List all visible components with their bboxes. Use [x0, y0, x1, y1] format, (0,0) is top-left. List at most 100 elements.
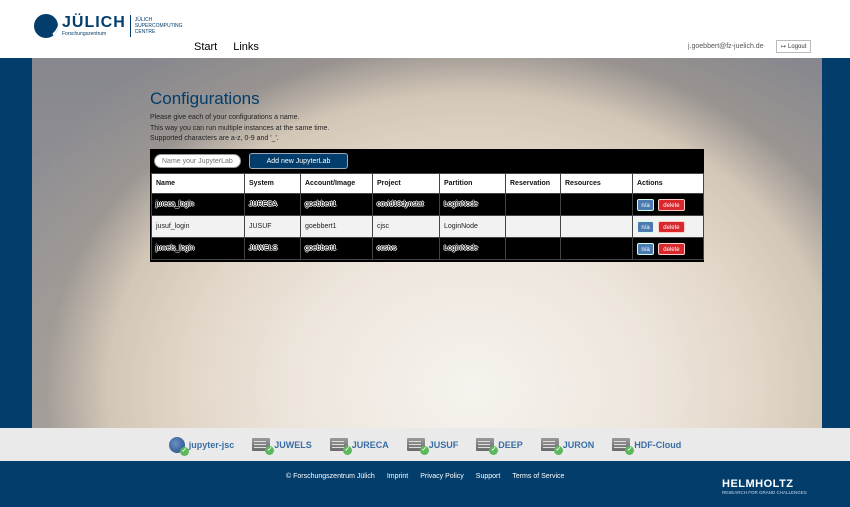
footer-copyright-link[interactable]: © Forschungszentrum Jülich [286, 473, 375, 480]
header-name: Name [151, 173, 245, 194]
header-reservation: Reservation [505, 173, 561, 194]
row-account-text: goebbert1 [305, 245, 337, 252]
system-label: JURECA [351, 439, 389, 450]
jupiter-planet-icon [168, 436, 189, 456]
juelich-logo[interactable]: JÜLICH Forschungszentrum JÜLICH SUPERCOM… [34, 14, 185, 38]
nav-links-link[interactable]: Links [233, 41, 259, 53]
page-title: Configurations [150, 89, 260, 108]
system-label: DEEP [498, 439, 523, 450]
table-row[interactable]: juwels_login JUWELS goebbert1 ccstvs Log… [151, 237, 704, 260]
system-link-jupyter-jsc[interactable]: jupyter-jsc [168, 436, 235, 456]
system-label: jupyter-jsc [188, 439, 235, 450]
cell-reservation [505, 215, 561, 238]
cell-actions: n/a delete [632, 237, 704, 260]
desc-line-2: This way you can run multiple instances … [150, 124, 330, 132]
logout-button[interactable]: ↦ Logout [776, 40, 812, 53]
system-label: JUWELS [274, 439, 312, 450]
jupyterlab-name-input[interactable] [154, 154, 241, 168]
row-name-text: juwels_login [156, 245, 195, 252]
add-jupyterlab-button[interactable]: Add new JupyterLab [249, 153, 348, 169]
header-system: System [244, 173, 301, 194]
system-label: HDF-Cloud [634, 439, 682, 450]
system-link-jusuf[interactable]: JUSUF [406, 438, 459, 455]
footer-terms-link[interactable]: Terms of Service [512, 473, 564, 480]
table-toolbar: Add new JupyterLab [151, 150, 703, 173]
na-button[interactable]: n/a [637, 198, 654, 211]
helmholtz-name: HELMHOLTZ [722, 478, 794, 490]
delete-button[interactable]: delete [657, 198, 685, 211]
server-check-icon [612, 438, 635, 455]
juelich-logo-icon [34, 14, 58, 38]
system-link-deep[interactable]: DEEP [476, 438, 523, 455]
system-link-hdf-cloud[interactable]: HDF-Cloud [612, 438, 682, 455]
logout-label: Logout [788, 43, 807, 50]
systems-bar: jupyter-jsc JUWELS JURECA JUSUF DEEP JUR… [0, 428, 850, 461]
cell-account: goebbert1 [300, 215, 373, 238]
footer-links: © Forschungszentrum Jülich Imprint Priva… [286, 473, 564, 480]
header-partition: Partition [439, 173, 506, 194]
system-link-jureca[interactable]: JURECA [329, 438, 389, 455]
configurations-table-wrap: Add new JupyterLab Name System Account/I… [150, 149, 704, 262]
delete-button[interactable]: delete [657, 242, 685, 255]
page-description: Please give each of your configurations … [150, 113, 329, 145]
row-partition-text: LoginNode [444, 245, 478, 252]
nav-start-link[interactable]: Start [194, 41, 217, 53]
cell-reservation [505, 237, 561, 260]
cell-account: goebbert1 [300, 237, 373, 260]
row-project-text: ccstvs [377, 245, 397, 252]
server-check-icon [406, 438, 429, 455]
cell-system: JUSUF [244, 215, 301, 238]
cell-name: jureca_login [151, 193, 245, 216]
table-row[interactable]: jureca_login JURECA goebbert1 covid19dyn… [151, 193, 704, 216]
cell-resources [560, 193, 633, 216]
server-check-icon [252, 438, 275, 455]
system-link-juwels[interactable]: JUWELS [252, 438, 312, 455]
header-project: Project [372, 173, 440, 194]
logo-text: JÜLICH Forschungszentrum [62, 13, 126, 38]
header-actions: Actions [632, 173, 704, 194]
site-header: JÜLICH Forschungszentrum JÜLICH SUPERCOM… [0, 0, 850, 58]
system-link-juron[interactable]: JURON [540, 438, 595, 455]
cell-actions: n/a delete [632, 215, 704, 238]
row-system-text: JURECA [249, 201, 278, 208]
row-name-text: jureca_login [156, 201, 194, 208]
footer-support-link[interactable]: Support [476, 473, 501, 480]
cell-account: goebbert1 [300, 193, 373, 216]
logo-centre: JÜLICH SUPERCOMPUTING CENTRE [134, 17, 183, 35]
system-label: JUSUF [428, 439, 459, 450]
cell-resources [560, 215, 633, 238]
footer-imprint-link[interactable]: Imprint [387, 473, 408, 480]
site-footer: © Forschungszentrum Jülich Imprint Priva… [0, 461, 850, 507]
user-email: j.goebbert@fz-juelich.de [688, 43, 764, 50]
cell-partition: LoginNode [439, 193, 506, 216]
logout-icon: ↦ [781, 44, 787, 50]
cell-reservation [505, 193, 561, 216]
server-check-icon [329, 438, 352, 455]
cell-partition: LoginNode [439, 237, 506, 260]
delete-button[interactable]: delete [657, 220, 685, 233]
system-label: JURON [562, 439, 595, 450]
configurations-table: Name System Account/Image Project Partit… [151, 173, 704, 260]
cell-project: cjsc [372, 215, 440, 238]
logo-divider [129, 15, 131, 37]
na-button[interactable]: n/a [637, 220, 654, 233]
logo-name: JÜLICH [62, 13, 126, 31]
cell-name: juwels_login [151, 237, 245, 260]
logo-sub: Forschungszentrum [62, 30, 107, 37]
na-button[interactable]: n/a [637, 242, 654, 255]
row-partition-text: LoginNode [444, 201, 478, 208]
footer-privacy-link[interactable]: Privacy Policy [420, 473, 464, 480]
desc-line-1: Please give each of your configurations … [150, 114, 300, 121]
main-nav: Start Links [194, 41, 259, 53]
header-account: Account/Image [300, 173, 373, 194]
table-row[interactable]: jusuf_login JUSUF goebbert1 cjsc LoginNo… [151, 215, 704, 238]
helmholtz-logo[interactable]: HELMHOLTZ RESEARCH FOR GRAND CHALLENGES [722, 478, 807, 496]
row-project-text: covid19dynstat [377, 201, 424, 208]
cell-name: jusuf_login [151, 215, 245, 238]
helmholtz-tagline: RESEARCH FOR GRAND CHALLENGES [722, 490, 807, 495]
cell-system: JURECA [244, 193, 301, 216]
cell-system: JUWELS [244, 237, 301, 260]
server-check-icon [540, 438, 563, 455]
cell-project: ccstvs [372, 237, 440, 260]
table-header-row: Name System Account/Image Project Partit… [151, 173, 704, 194]
